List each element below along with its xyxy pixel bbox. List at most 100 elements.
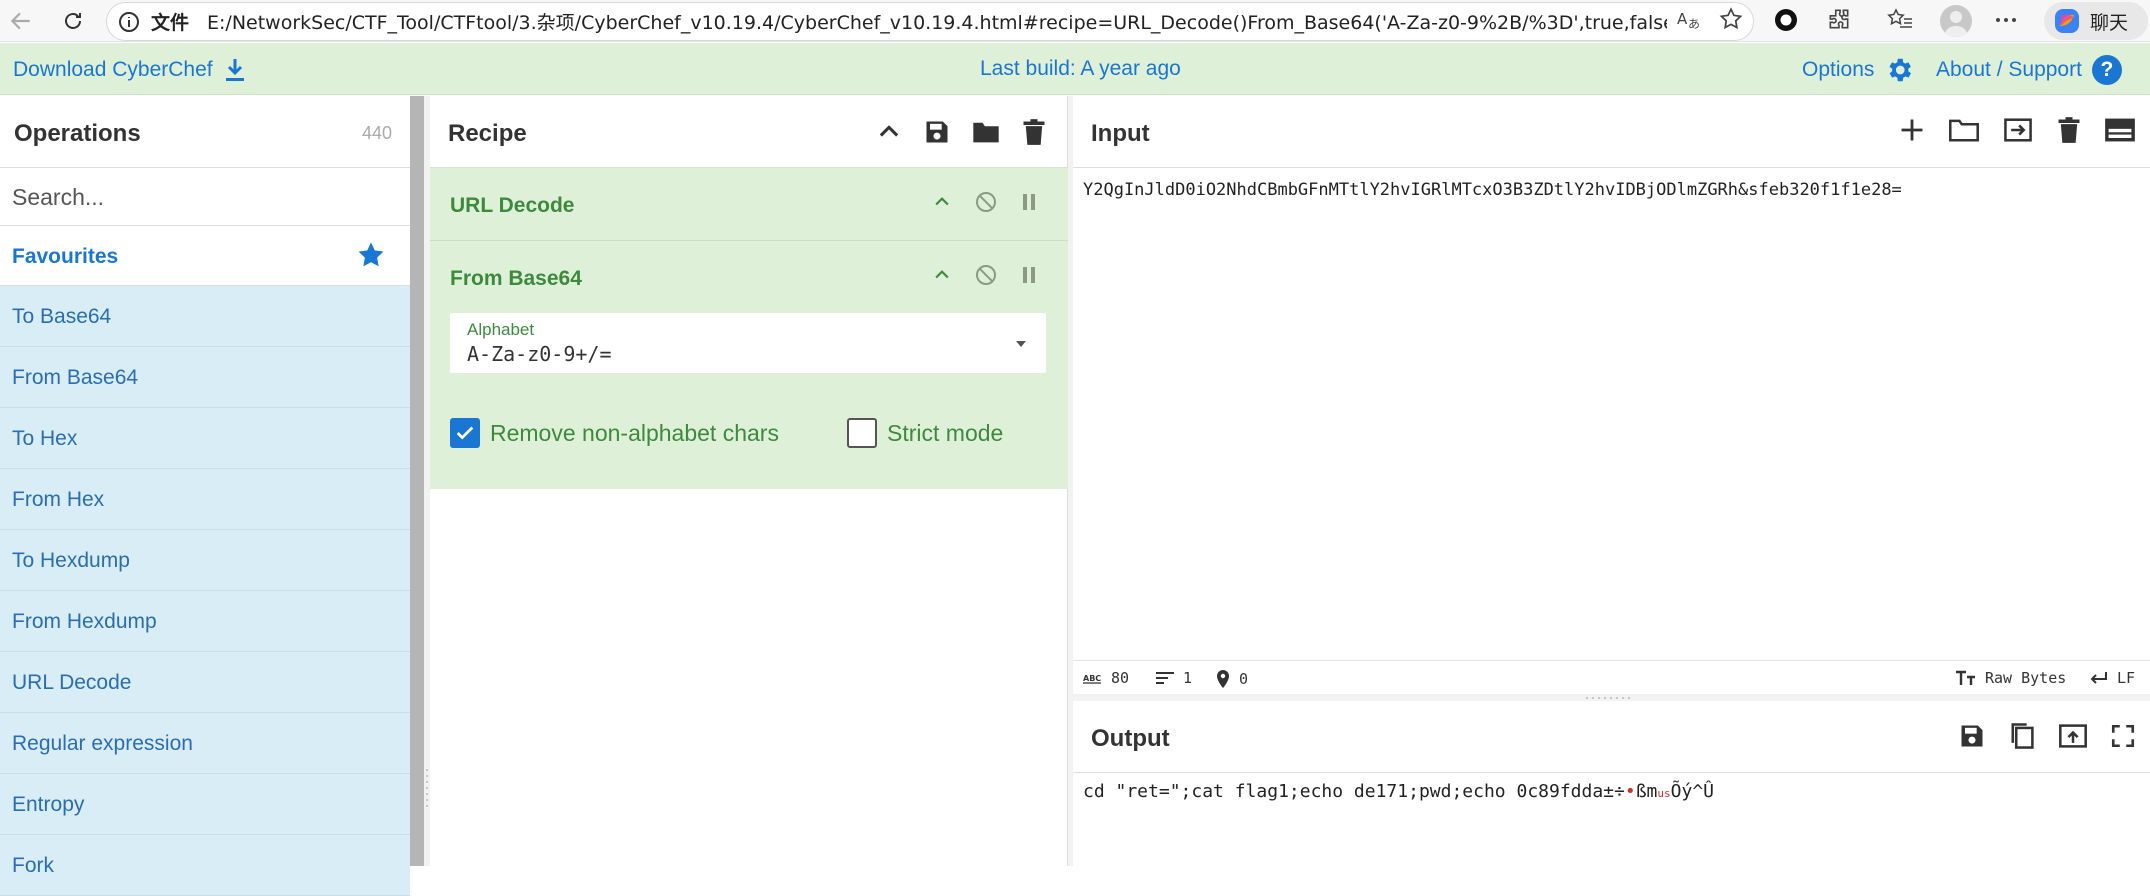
input-encoding[interactable]: Raw Bytes xyxy=(1955,669,2066,687)
operation-label: Entropy xyxy=(12,793,85,816)
info-icon xyxy=(119,11,139,32)
download-cyberchef-link[interactable]: Download CyberChef xyxy=(13,57,247,83)
extensions-button[interactable] xyxy=(1826,6,1852,32)
save-icon[interactable] xyxy=(1958,722,1986,750)
chevron-up-icon[interactable] xyxy=(932,265,952,285)
checkbox-checked[interactable] xyxy=(450,418,480,448)
profile-avatar[interactable] xyxy=(1940,5,1972,37)
operation-label: To Hexdump xyxy=(12,549,130,572)
svg-text:ABC: ABC xyxy=(1083,674,1101,683)
read-aloud-icon: Aあ xyxy=(1677,10,1700,31)
about-support-link[interactable]: About / Support ? xyxy=(1936,55,2122,85)
browser-menu-button[interactable] xyxy=(1994,10,2018,30)
operation-item[interactable]: From Base64 xyxy=(0,347,410,408)
chevron-up-icon[interactable] xyxy=(875,118,903,146)
recipe-ingredient-url-decode[interactable]: URL Decode xyxy=(430,168,1068,241)
input-output-gutter[interactable] xyxy=(1073,694,2150,701)
disable-icon[interactable] xyxy=(974,263,998,287)
recipe-title: Recipe xyxy=(448,120,527,147)
operation-item[interactable]: From Hex xyxy=(0,469,410,530)
text-size-icon xyxy=(1956,670,1975,685)
operations-title: Operations xyxy=(14,120,141,147)
checkmark-icon xyxy=(456,426,474,440)
star-outline-icon xyxy=(1719,7,1743,30)
download-label: Download CyberChef xyxy=(13,58,213,81)
chevron-up-icon[interactable] xyxy=(932,192,952,212)
operation-item[interactable]: Regular expression xyxy=(0,713,410,774)
reload-icon xyxy=(65,13,81,29)
pause-icon[interactable] xyxy=(1020,264,1038,286)
options-label: Options xyxy=(1802,58,1875,81)
operations-header: Operations 440 xyxy=(0,96,410,168)
input-panel: Input Y2QgInJldD0iO2NhdCBmbGFnMTtlY2hvIG… xyxy=(1073,96,2150,694)
options-link[interactable]: Options xyxy=(1802,55,1914,85)
operation-label: From Hex xyxy=(12,488,105,511)
strict-mode-checkbox[interactable]: Strict mode xyxy=(847,418,1003,448)
disable-icon[interactable] xyxy=(974,190,998,214)
recipe-ingredient-from-base64[interactable]: From Base64 xyxy=(430,241,1068,314)
grip-horizontal-icon xyxy=(1586,697,1630,699)
alphabet-select[interactable]: Alphabet A-Za-z0-9+/= xyxy=(450,313,1046,373)
input-textarea[interactable]: Y2QgInJldD0iO2NhdCBmbGFnMTtlY2hvIGRlMTcx… xyxy=(1083,180,1902,200)
open-file-icon[interactable] xyxy=(2002,116,2034,144)
url-text[interactable]: E:/NetworkSec/CTF_Tool/CTFtool/3.杂项/Cybe… xyxy=(207,8,1667,35)
puzzle-icon xyxy=(1829,9,1849,29)
operations-search-input[interactable] xyxy=(12,180,392,214)
ingredient-name: From Base64 xyxy=(450,267,582,290)
return-icon xyxy=(2090,672,2107,684)
star-icon[interactable] xyxy=(356,240,386,270)
circle-extension-icon xyxy=(1775,9,1797,31)
trash-icon[interactable] xyxy=(2056,116,2082,144)
remove-non-alphabet-label: Remove non-alphabet chars xyxy=(490,419,779,446)
trash-icon[interactable] xyxy=(1021,118,1047,146)
output-text-special-2: us xyxy=(1657,787,1671,800)
favorite-button[interactable] xyxy=(1718,6,1744,32)
input-lines: 1 xyxy=(1155,669,1192,687)
output-header: Output xyxy=(1073,701,2150,773)
back-button[interactable] xyxy=(6,6,36,36)
output-textarea[interactable]: cd "ret=";cat flag1;echo de171;pwd;echo … xyxy=(1083,781,1714,802)
alphabet-value: A-Za-z0-9+/= xyxy=(467,342,612,366)
folder-icon[interactable] xyxy=(971,118,1001,146)
operation-item[interactable]: To Hexdump xyxy=(0,530,410,591)
favourites-category[interactable]: Favourites xyxy=(0,226,410,286)
read-aloud-button[interactable]: Aあ xyxy=(1676,6,1702,32)
output-text-suffix: Õý^Û xyxy=(1670,781,1714,802)
maximize-icon[interactable] xyxy=(2110,723,2136,749)
alphabet-label: Alphabet xyxy=(467,320,535,339)
plus-icon[interactable] xyxy=(1898,116,1926,144)
output-text-special-1: • xyxy=(1624,781,1636,802)
operation-item[interactable]: From Hexdump xyxy=(0,591,410,652)
operation-item[interactable]: To Hex xyxy=(0,408,410,469)
ingredient-name: URL Decode xyxy=(450,194,575,217)
copilot-chat-button[interactable]: 聊天 xyxy=(2044,2,2148,40)
recipe-panel: Recipe URL Decode From Base64 Alphabet A… xyxy=(430,96,1068,866)
checkbox-unchecked[interactable] xyxy=(847,418,877,448)
operation-item[interactable]: URL Decode xyxy=(0,652,410,713)
location-pin-icon xyxy=(1217,670,1229,688)
collections-button[interactable] xyxy=(1886,6,1914,32)
extension-circle-button[interactable] xyxy=(1772,6,1800,34)
reload-button[interactable] xyxy=(58,6,88,36)
pause-icon[interactable] xyxy=(1020,191,1038,213)
open-folder-icon[interactable] xyxy=(1948,116,1980,144)
save-icon[interactable] xyxy=(923,118,951,146)
operation-item[interactable]: To Base64 xyxy=(0,286,410,347)
output-text-mid: ßm xyxy=(1635,781,1658,802)
file-scheme-label: 文件 xyxy=(151,12,190,34)
input-eol[interactable]: LF xyxy=(2089,669,2135,687)
address-bar[interactable]: 文件 E:/NetworkSec/CTF_Tool/CTFtool/3.杂项/C… xyxy=(106,2,1754,41)
operation-label: To Hex xyxy=(12,427,78,450)
remove-non-alphabet-checkbox[interactable]: Remove non-alphabet chars xyxy=(450,418,779,448)
operations-panel: Operations 440 Favourites To Base64 From… xyxy=(0,96,410,896)
abc-length-icon: ABC xyxy=(1083,674,1101,684)
download-icon xyxy=(225,59,244,81)
layout-icon[interactable] xyxy=(2104,117,2136,143)
copy-icon[interactable] xyxy=(2008,721,2036,751)
replace-input-icon[interactable] xyxy=(2058,722,2088,750)
last-build-text: Last build: A year ago xyxy=(980,57,1181,80)
caret-down-icon xyxy=(1016,341,1026,347)
output-panel: Output cd "ret=";cat flag1;echo de171;pw… xyxy=(1073,701,2150,866)
operation-item[interactable]: Entropy xyxy=(0,774,410,835)
operations-scrollbar[interactable] xyxy=(410,96,424,866)
